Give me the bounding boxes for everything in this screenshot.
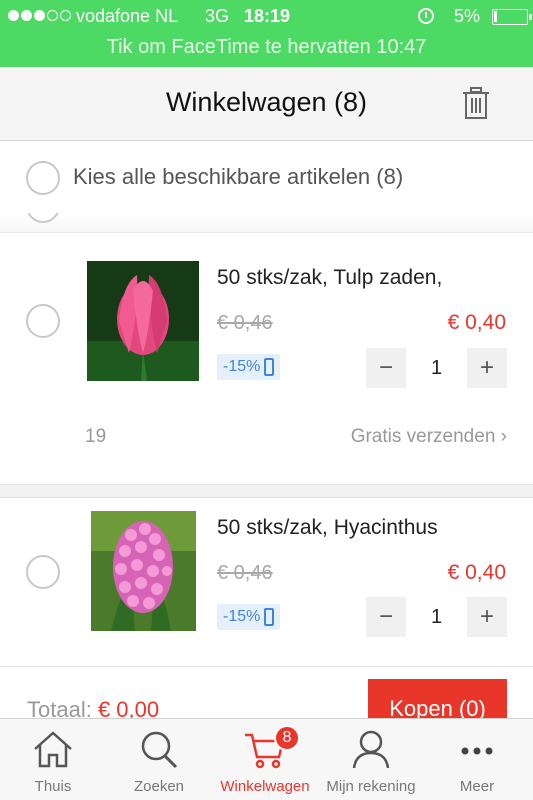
status-time: 18:19	[244, 6, 291, 26]
facetime-resume-banner[interactable]: Tik om FaceTime te hervatten 10:47	[0, 36, 533, 59]
alarm-icon	[418, 8, 434, 24]
shipping-label: Gratis verzenden	[350, 426, 496, 447]
cart-item: 50 stks/zak, Tulp zaden, € 0,46 € 0,40 -…	[0, 234, 533, 484]
page-title: Winkelwagen (8)	[165, 87, 368, 117]
decrease-quantity-button[interactable]: −	[366, 348, 406, 388]
total-label: Totaal:	[27, 697, 92, 718]
user-icon	[352, 730, 390, 769]
sale-price: € 0,40	[447, 311, 506, 334]
tab-cart[interactable]: 8 Winkelwagen	[212, 719, 318, 800]
cart-count-badge: 8	[274, 725, 300, 751]
total-summary: Totaal: € 0,00	[27, 697, 159, 718]
original-price: € 0,46	[217, 562, 273, 584]
mobile-discount-badge: -15%	[217, 604, 281, 630]
decrease-quantity-button[interactable]: −	[366, 597, 406, 637]
discount-label: -15%	[223, 608, 261, 625]
discount-label: -15%	[223, 358, 261, 375]
quantity-stepper: − 1 +	[366, 597, 507, 637]
more-icon	[461, 747, 493, 755]
item-radio[interactable]	[26, 213, 60, 223]
tab-home[interactable]: Thuis	[0, 719, 106, 800]
original-price: € 0,46	[217, 312, 273, 334]
scrolled-item-edge	[0, 213, 533, 233]
tab-more[interactable]: Meer	[424, 719, 530, 800]
signal-strength-icon	[8, 10, 71, 21]
tab-label: Winkelwagen	[220, 778, 310, 795]
section-divider	[0, 484, 533, 498]
item-select-radio[interactable]	[26, 555, 60, 589]
tab-search[interactable]: Zoeken	[106, 719, 212, 800]
select-all-radio[interactable]	[26, 161, 60, 195]
item-title[interactable]: 50 stks/zak, Tulp zaden,	[217, 266, 442, 290]
cart-header: Winkelwagen (8)	[0, 67, 533, 141]
quantity-value[interactable]: 1	[406, 348, 467, 388]
hyacinth-image[interactable]	[91, 511, 196, 631]
delete-button[interactable]	[461, 87, 491, 119]
select-all-row[interactable]: Kies alle beschikbare artikelen (8)	[0, 141, 533, 213]
quantity-stepper: − 1 +	[366, 348, 507, 388]
mobile-discount-badge: -15%	[217, 354, 281, 380]
search-icon	[141, 731, 178, 769]
battery-percentage: 5%	[454, 6, 481, 26]
trash-icon	[463, 87, 489, 119]
battery-icon	[492, 9, 532, 25]
select-all-label: Kies alle beschikbare artikelen (8)	[73, 164, 404, 189]
shop-count: 19	[85, 426, 107, 447]
shipping-link[interactable]: Gratis verzenden ›	[351, 426, 507, 448]
shipping-row: 19 Gratis verzenden ›	[0, 414, 533, 464]
carrier-name: vodafone NL	[76, 6, 179, 26]
item-title[interactable]: 50 stks/zak, Hyacinthus	[217, 516, 438, 540]
tab-label: Thuis	[34, 778, 72, 795]
tulip-image[interactable]	[87, 261, 199, 381]
tab-label: Meer	[459, 778, 495, 795]
phone-icon	[264, 358, 275, 376]
network-type: 3G	[205, 6, 230, 26]
sale-price: € 0,40	[447, 561, 506, 584]
chevron-right-icon: ›	[500, 426, 507, 447]
cart-item: 50 stks/zak, Hyacinthus € 0,46 € 0,40 -1…	[0, 498, 533, 666]
buy-button[interactable]: Kopen (0)	[368, 679, 507, 718]
home-icon	[34, 731, 72, 768]
checkout-bar: Totaal: € 0,00 Kopen (0)	[0, 666, 533, 718]
quantity-value[interactable]: 1	[406, 597, 467, 637]
increase-quantity-button[interactable]: +	[467, 597, 507, 637]
status-bar: vodafone NL 3G 18:19 5% Tik om FaceTime …	[0, 0, 533, 67]
tab-account[interactable]: Mijn rekening	[318, 719, 424, 800]
bottom-tab-bar: Thuis Zoeken 8 Winkelwagen Mijn rekening…	[0, 718, 533, 800]
tab-label: Zoeken	[133, 778, 185, 795]
item-select-radio[interactable]	[26, 304, 60, 338]
phone-icon	[264, 608, 275, 626]
tab-label: Mijn rekening	[326, 778, 416, 795]
increase-quantity-button[interactable]: +	[467, 348, 507, 388]
total-value: € 0,00	[97, 697, 160, 718]
